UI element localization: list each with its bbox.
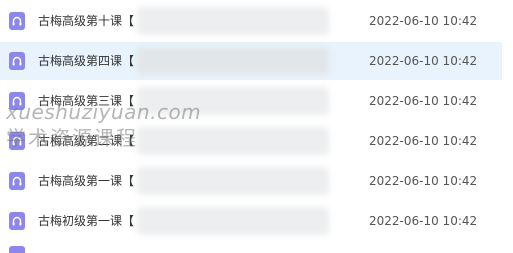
file-date: 2022-06-10 10:42 — [369, 54, 478, 68]
audio-file-icon — [9, 52, 25, 70]
file-row[interactable]: 古梅高级第一课【 2022-06-10 10:42 — [0, 162, 502, 200]
redacted-text — [137, 87, 329, 115]
file-row[interactable]: 古梅高级第三课【 2022-06-10 10:42 — [0, 82, 502, 120]
file-date: 2022-06-10 10:42 — [369, 14, 478, 28]
file-row[interactable]: 古梅高级第十课【 2022-06-10 10:42 — [0, 2, 502, 40]
file-name: 古梅高级第一课【 — [38, 174, 135, 188]
file-list: 古梅高级第十课【 2022-06-10 10:42 古梅高级第四课【 2022-… — [0, 0, 513, 253]
audio-file-icon-partial — [9, 246, 25, 253]
redacted-text — [137, 167, 329, 195]
redacted-text — [137, 127, 329, 155]
audio-file-icon — [9, 12, 25, 30]
file-date: 2022-06-10 10:42 — [369, 134, 478, 148]
redacted-text — [137, 47, 329, 75]
file-row-selected[interactable]: 古梅高级第四课【 2022-06-10 10:42 — [0, 42, 502, 80]
file-row[interactable]: 古梅初级第一课【 2022-06-10 10:42 — [0, 202, 502, 240]
file-date: 2022-06-10 10:42 — [369, 174, 478, 188]
file-date: 2022-06-10 10:42 — [369, 214, 478, 228]
file-name: 古梅高级第十课【 — [38, 14, 135, 28]
audio-file-icon — [9, 132, 25, 150]
file-row[interactable]: 古梅高级第二课【 2022-06-10 10:42 — [0, 122, 502, 160]
file-name: 古梅高级第三课【 — [38, 94, 135, 108]
audio-file-icon — [9, 212, 25, 230]
audio-file-icon — [9, 92, 25, 110]
file-name: 古梅初级第一课【 — [38, 214, 135, 228]
file-name: 古梅高级第二课【 — [38, 134, 135, 148]
audio-file-icon — [9, 172, 25, 190]
file-date: 2022-06-10 10:42 — [369, 94, 478, 108]
redacted-text — [137, 207, 329, 235]
file-name: 古梅高级第四课【 — [38, 54, 135, 68]
redacted-text — [137, 7, 329, 35]
